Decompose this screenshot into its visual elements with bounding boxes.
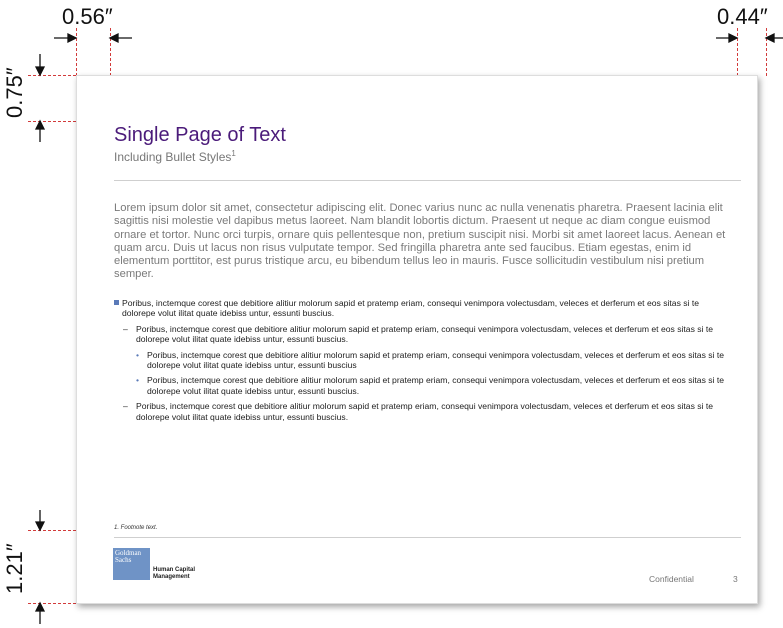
slide-subtitle: Including Bullet Styles1 bbox=[114, 149, 236, 164]
subtitle-footnote-ref: 1 bbox=[231, 149, 236, 158]
dash-bullet-icon: – bbox=[123, 323, 128, 334]
dot-bullet-icon: • bbox=[136, 375, 140, 386]
slide-page: Single Page of Text Including Bullet Sty… bbox=[76, 75, 758, 604]
footnote: 1. Footnote text. bbox=[114, 525, 158, 531]
title-divider bbox=[114, 180, 741, 181]
bullet-text: Poribus, inctemque corest que debitiore … bbox=[136, 323, 714, 345]
dash-bullet-icon: – bbox=[123, 401, 128, 412]
slide-title: Single Page of Text bbox=[114, 124, 286, 146]
bullet-text: Poribus, inctemque corest que debitiore … bbox=[147, 349, 725, 371]
subtitle-text: Including Bullet Styles bbox=[114, 150, 232, 164]
bullet-list: Poribus, inctemque corest que debitiore … bbox=[114, 298, 734, 427]
footer-divider bbox=[114, 537, 741, 538]
bullet-text: Poribus, inctemque corest que debitiore … bbox=[122, 298, 700, 319]
square-bullet-icon bbox=[114, 300, 119, 305]
bullet-text: Poribus, inctemque corest que debitiore … bbox=[147, 375, 725, 396]
bullet-level-3: • Poribus, inctemque corest que debitiore… bbox=[114, 375, 734, 396]
confidential-label: Confidential bbox=[649, 574, 694, 584]
division-name: Human Capital Management bbox=[153, 567, 196, 580]
bullet-level-1: Poribus, inctemque corest que debitiore … bbox=[114, 298, 734, 319]
bullet-level-3: • Poribus, inctemque corest que debitiore… bbox=[114, 350, 734, 371]
company-logo: Goldman Sachs bbox=[113, 548, 150, 580]
body-paragraph: Lorem ipsum dolor sit amet, consectetur … bbox=[114, 202, 726, 281]
bullet-text: Poribus, inctemque corest que debitiore … bbox=[136, 401, 714, 422]
bullet-level-2: – Poribus, inctemque corest que debitiore… bbox=[114, 401, 734, 422]
page-number: 3 bbox=[733, 574, 738, 584]
bullet-level-2: – Poribus, inctemque corest que debitiore… bbox=[114, 324, 734, 345]
dot-bullet-icon: • bbox=[136, 349, 140, 360]
